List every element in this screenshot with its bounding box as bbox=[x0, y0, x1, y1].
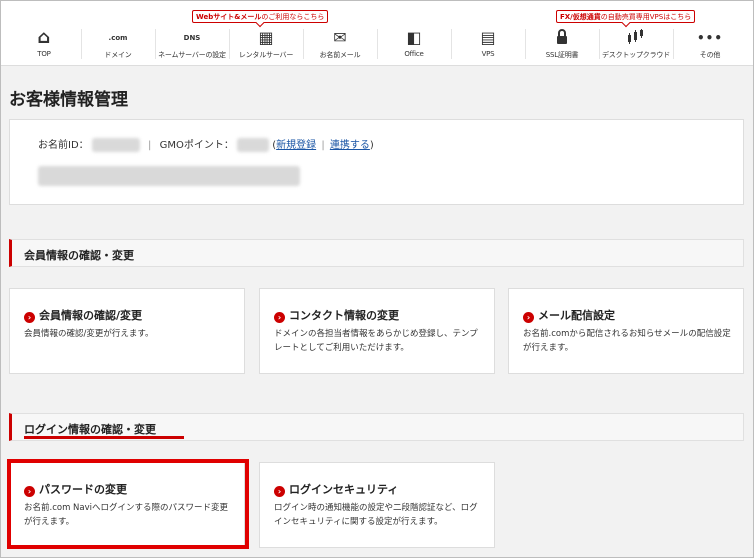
card-title-text: メール配信設定 bbox=[538, 309, 615, 322]
nav-label: デスクトップクラウド bbox=[602, 51, 670, 59]
divider: | bbox=[148, 140, 152, 151]
nav-label: ドメイン bbox=[104, 51, 132, 59]
home-icon: ⌂ bbox=[37, 27, 51, 48]
card-contact-info-edit[interactable]: › コンタクト情報の変更 ドメインの各担当者情報をあらかじめ登録し、テンプレートと… bbox=[259, 288, 495, 374]
card-member-info-edit[interactable]: › 会員情報の確認/変更 会員情報の確認/変更が行えます。 bbox=[9, 288, 245, 374]
nav-item-desktop-cloud[interactable]: デスクトップクラウド bbox=[599, 29, 673, 60]
account-info-line: お名前ID： | GMOポイント： (新規登録 | 連携する) bbox=[38, 136, 374, 152]
nav-item-others[interactable]: ••• その他 bbox=[673, 29, 747, 60]
nav-label: その他 bbox=[699, 51, 721, 59]
fx-promo-text: の自動売買専用VPSはこちら bbox=[600, 13, 692, 21]
section-title-underline bbox=[24, 436, 184, 439]
office-icon: ◧ bbox=[406, 28, 422, 47]
lock-icon-svg bbox=[557, 29, 567, 44]
nav-item-vps[interactable]: ▤ VPS bbox=[451, 28, 525, 59]
member-id-value-redacted bbox=[91, 138, 140, 152]
chevron-right-icon: › bbox=[274, 312, 285, 323]
card-description: ドメインの各担当者情報をあらかじめ登録し、テンプレートとしてご利用いただけます。 bbox=[274, 329, 478, 353]
card-title: › メール配信設定 bbox=[523, 307, 615, 323]
dns-icon: DNS bbox=[183, 34, 201, 42]
vps-icon: ▤ bbox=[480, 28, 496, 47]
gmo-points-label: GMOポイント： bbox=[159, 140, 234, 151]
nav-item-office[interactable]: ◧ Office bbox=[377, 28, 451, 59]
fx-promo-bold: FX/仮想通貨 bbox=[560, 13, 601, 21]
nav-label: VPS bbox=[481, 50, 495, 58]
card-description: ログイン時の通知機能の設定や二段階認証など、ログインセキュリティに関する設定が行… bbox=[274, 503, 478, 527]
nav-label: お名前メール bbox=[319, 51, 361, 59]
fx-promo-banner[interactable]: FX/仮想通貨の自動売買専用VPSはこちら bbox=[556, 10, 696, 23]
card-title-text: 会員情報の確認/変更 bbox=[39, 309, 143, 322]
lock-icon bbox=[525, 29, 599, 47]
page-title: お客様情報管理 bbox=[9, 90, 128, 110]
account-info-box: お名前ID： | GMOポイント： (新規登録 | 連携する) bbox=[9, 119, 744, 205]
nav-label: Office bbox=[404, 50, 424, 58]
highlight-box bbox=[7, 459, 249, 549]
member-id-label: お名前ID： bbox=[38, 140, 89, 151]
server-icon: ▦ bbox=[258, 28, 274, 47]
card-description: お名前.comから配信されるお知らせメールの配信設定が行えます。 bbox=[523, 329, 731, 353]
more-icon: ••• bbox=[696, 31, 723, 45]
nav-item-mail[interactable]: ✉ お名前メール bbox=[303, 29, 377, 60]
divider: | bbox=[321, 140, 325, 151]
chevron-right-icon: › bbox=[24, 312, 35, 323]
account-detail-redacted bbox=[38, 166, 300, 186]
nav-item-domain[interactable]: .com ドメイン bbox=[81, 29, 155, 60]
server-promo-bold: Webサイト&メール bbox=[196, 13, 262, 21]
paren-close: ) bbox=[369, 140, 374, 151]
card-login-security[interactable]: › ログインセキュリティ ログイン時の通知機能の設定や二段階認証など、ログインセキ… bbox=[259, 462, 495, 548]
server-promo-banner[interactable]: Webサイト&メールのご利用ならこちら bbox=[192, 10, 329, 23]
link-account-link[interactable]: 連携する bbox=[330, 140, 370, 151]
nav-item-ssl[interactable]: SSL証明書 bbox=[525, 29, 599, 60]
nav-item-dns[interactable]: DNS ネームサーバーの設定 bbox=[155, 29, 229, 60]
card-title-text: ログインセキュリティ bbox=[289, 483, 399, 496]
gmo-points-value-redacted bbox=[237, 138, 270, 152]
section-title: ログイン情報の確認・変更 bbox=[24, 423, 156, 436]
card-title: › 会員情報の確認/変更 bbox=[24, 307, 142, 323]
card-description: 会員情報の確認/変更が行えます。 bbox=[24, 329, 154, 339]
section-login-info: ログイン情報の確認・変更 bbox=[9, 413, 744, 441]
top-navigation: Webサイト&メールのご利用ならこちら FX/仮想通貨の自動売買専用VPSはこち… bbox=[1, 1, 753, 66]
card-title: › コンタクト情報の変更 bbox=[274, 307, 399, 323]
card-title: › ログインセキュリティ bbox=[274, 481, 398, 497]
candlestick-svg bbox=[628, 29, 643, 44]
chevron-right-icon: › bbox=[523, 312, 534, 323]
card-title-text: コンタクト情報の変更 bbox=[289, 309, 399, 322]
nav-item-rental-server[interactable]: ▦ レンタルサーバー bbox=[229, 29, 303, 60]
section-member-info: 会員情報の確認・変更 bbox=[9, 239, 744, 267]
server-promo-text: のご利用ならこちら bbox=[261, 13, 325, 21]
card-mail-delivery-settings[interactable]: › メール配信設定 お名前.comから配信されるお知らせメールの配信設定が行えます… bbox=[508, 288, 744, 374]
chevron-right-icon: › bbox=[274, 486, 285, 497]
nav-label: SSL証明書 bbox=[545, 51, 579, 59]
section-title: 会員情報の確認・変更 bbox=[24, 249, 134, 262]
candlestick-chart-icon bbox=[599, 29, 673, 47]
domain-icon: .com bbox=[108, 34, 128, 42]
new-registration-link[interactable]: 新規登録 bbox=[276, 140, 316, 151]
nav-item-top[interactable]: ⌂ TOP bbox=[7, 27, 81, 59]
nav-label: レンタルサーバー bbox=[238, 51, 294, 59]
nav-label: ネームサーバーの設定 bbox=[158, 51, 226, 59]
nav-label: TOP bbox=[37, 50, 51, 58]
mail-icon: ✉ bbox=[333, 28, 347, 47]
